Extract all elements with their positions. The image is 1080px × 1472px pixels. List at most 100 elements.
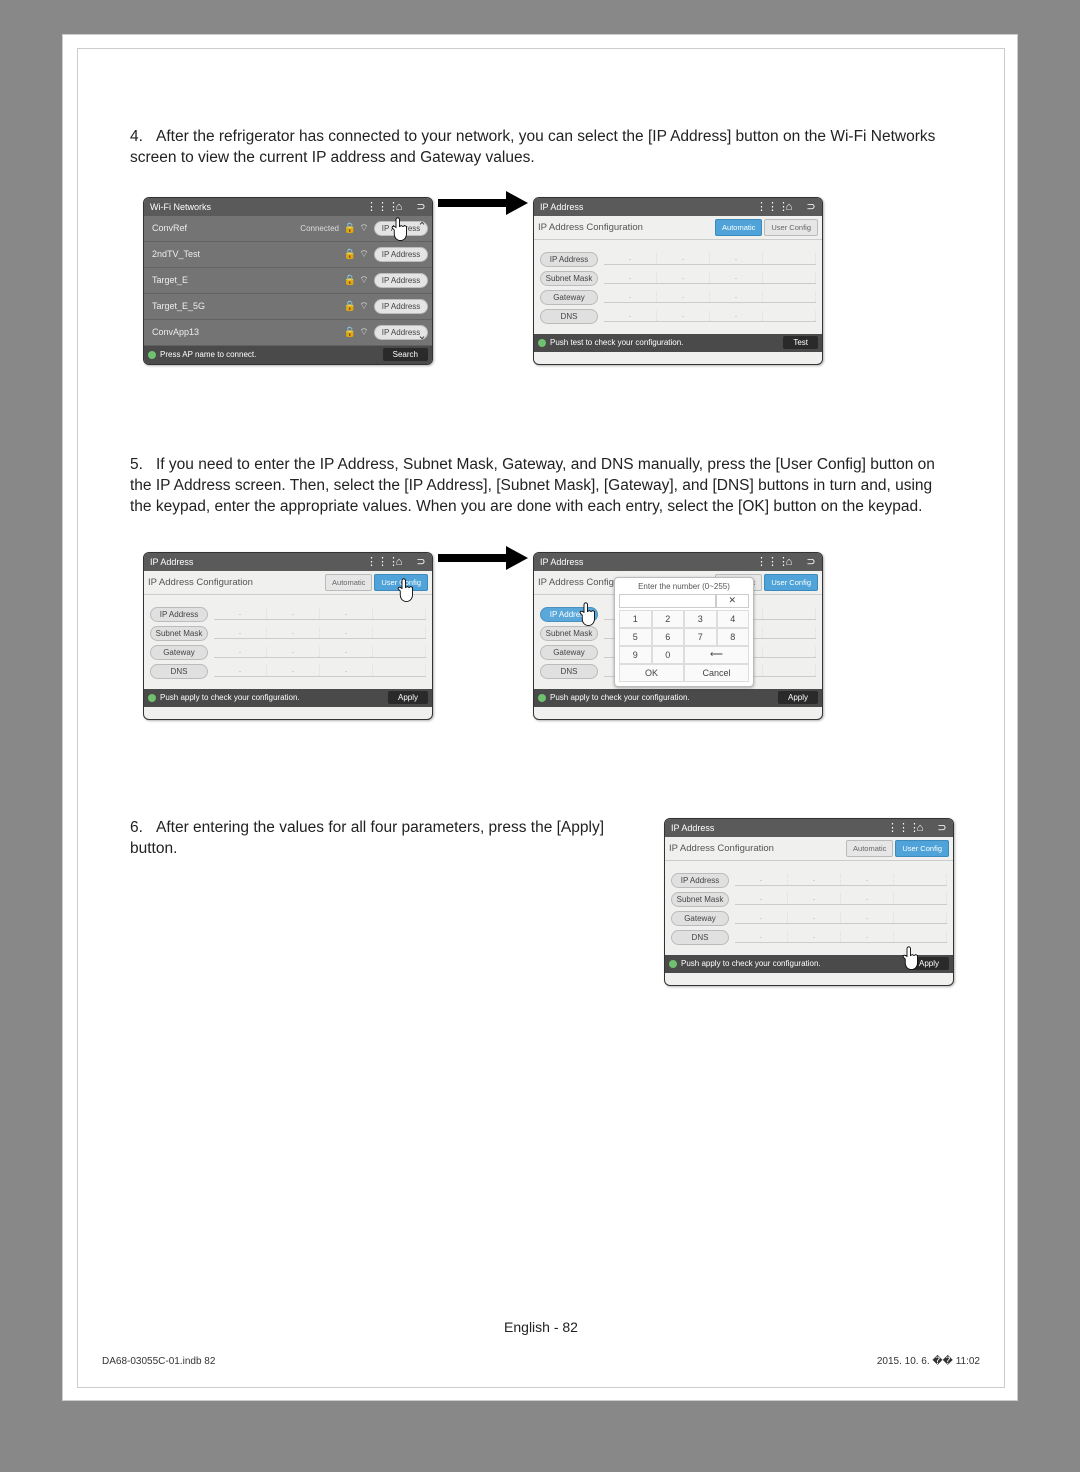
config-input[interactable]: ... — [604, 253, 816, 265]
keypad-key-1[interactable]: 1 — [619, 610, 652, 628]
tab-automatic-4[interactable]: Automatic — [846, 840, 893, 857]
home-icon[interactable]: ⌂ — [388, 556, 410, 568]
keypad-key-0[interactable]: 0 — [652, 646, 685, 664]
config-input[interactable]: ... — [604, 310, 816, 322]
menu-icon[interactable]: ⋮⋮⋮ — [366, 200, 388, 213]
ip-title-3: IP Address — [534, 557, 756, 567]
ip-topbar-2: IP Address ⋮⋮⋮ ⌂ ⊃ — [144, 553, 432, 571]
status-dot-icon — [538, 339, 546, 347]
wifi-name: ConvRef — [148, 223, 300, 233]
keypad-grid: 1234 5678 90⟵OKCancel — [619, 610, 749, 682]
ip-subhead-4: IP Address Configuration Automatic User … — [665, 837, 953, 861]
config-label-button[interactable]: DNS — [150, 664, 208, 679]
config-label-button[interactable]: Gateway — [540, 290, 598, 305]
ip-subhead-label-4: IP Address Configuration — [669, 843, 844, 854]
search-button[interactable]: Search — [383, 348, 428, 361]
config-label-button[interactable]: DNS — [540, 664, 598, 679]
keypad-key-4[interactable]: 4 — [717, 610, 750, 628]
cursor-hand-icon — [899, 945, 929, 973]
config-input[interactable]: ... — [214, 665, 426, 677]
ip-config-body-2: IP Address...Subnet Mask...Gateway...DNS… — [144, 595, 432, 689]
config-input[interactable]: ... — [735, 912, 947, 924]
config-label-button[interactable]: Subnet Mask — [150, 626, 208, 641]
keypad-key-2[interactable]: 2 — [652, 610, 685, 628]
keypad-key-8[interactable]: 8 — [717, 628, 750, 646]
config-label-button[interactable]: IP Address — [540, 252, 598, 267]
ip-subhead-label-2: IP Address Configuration — [148, 577, 323, 588]
config-input[interactable]: ... — [604, 272, 816, 284]
back-icon[interactable]: ⊃ — [410, 200, 432, 213]
status-dot-icon — [148, 694, 156, 702]
page-inner: 4.After the refrigerator has connected t… — [77, 48, 1005, 1388]
keypad-title: Enter the number (0~255) — [619, 582, 749, 591]
wifi-name: ConvApp13 — [148, 327, 343, 337]
wifi-row-3[interactable]: Target_E_5G🔒⌔IP Address — [144, 294, 432, 320]
wifi-row-2[interactable]: Target_E🔒⌔IP Address — [144, 268, 432, 294]
tab-userconfig-3[interactable]: User Config — [764, 574, 818, 591]
keypad-clear[interactable]: ✕ — [716, 594, 750, 608]
config-label-button[interactable]: DNS — [671, 930, 729, 945]
config-label-button[interactable]: Subnet Mask — [671, 892, 729, 907]
home-icon[interactable]: ⌂ — [778, 201, 800, 213]
config-input[interactable]: ... — [214, 627, 426, 639]
step5-text: If you need to enter the IP Address, Sub… — [130, 456, 935, 515]
config-input[interactable]: ... — [214, 646, 426, 658]
keypad-key-5[interactable]: 5 — [619, 628, 652, 646]
back-icon[interactable]: ⊃ — [800, 555, 822, 568]
keypad-key-7[interactable]: 7 — [684, 628, 717, 646]
config-input[interactable]: ... — [604, 291, 816, 303]
config-row-subnet-mask: Subnet Mask... — [150, 626, 426, 641]
tab-userconfig-1[interactable]: User Config — [764, 219, 818, 236]
keypad-key-9[interactable]: 9 — [619, 646, 652, 664]
arrow-2 — [433, 552, 533, 564]
apply-button[interactable]: Apply — [388, 691, 428, 704]
wifi-row-1[interactable]: 2ndTV_Test🔒⌔IP Address — [144, 242, 432, 268]
menu-icon[interactable]: ⋮⋮⋮ — [887, 821, 909, 834]
tab-userconfig-4[interactable]: User Config — [895, 840, 949, 857]
tab-automatic-1[interactable]: Automatic — [715, 219, 762, 236]
apply-button[interactable]: Apply — [778, 691, 818, 704]
config-label-button[interactable]: Subnet Mask — [540, 271, 598, 286]
keypad-cancel-button[interactable]: Cancel — [684, 664, 749, 682]
menu-icon[interactable]: ⋮⋮⋮ — [366, 555, 388, 568]
config-label-button[interactable]: Gateway — [150, 645, 208, 660]
config-input[interactable]: ... — [735, 874, 947, 886]
scroll-up-icon[interactable]: ⌃ — [417, 220, 426, 233]
config-label-button[interactable]: IP Address — [671, 873, 729, 888]
home-icon[interactable]: ⌂ — [909, 822, 931, 834]
test-button[interactable]: Test — [783, 336, 818, 349]
step6-row: 6.After entering the values for all four… — [130, 818, 954, 986]
step4-paragraph: 4.After the refrigerator has connected t… — [130, 127, 954, 169]
config-label-button[interactable]: Gateway — [540, 645, 598, 660]
config-label-button[interactable]: IP Address — [150, 607, 208, 622]
ip-topbar-1: IP Address ⋮⋮⋮ ⌂ ⊃ — [534, 198, 822, 216]
menu-icon[interactable]: ⋮⋮⋮ — [756, 555, 778, 568]
config-input[interactable]: ... — [214, 608, 426, 620]
home-icon[interactable]: ⌂ — [778, 556, 800, 568]
keypad-backspace[interactable]: ⟵ — [684, 646, 749, 664]
config-row-subnet-mask: Subnet Mask... — [671, 892, 947, 907]
ip-footbar-2: Push apply to check your configuration. … — [144, 689, 432, 707]
back-icon[interactable]: ⊃ — [931, 821, 953, 834]
wifi-name: 2ndTV_Test — [148, 249, 343, 259]
back-icon[interactable]: ⊃ — [800, 200, 822, 213]
tab-automatic-2[interactable]: Automatic — [325, 574, 372, 591]
wifi-row-4[interactable]: ConvApp13🔒⌔IP Address — [144, 320, 432, 346]
config-input[interactable]: ... — [735, 893, 947, 905]
home-icon[interactable]: ⌂ — [388, 201, 410, 213]
wifi-signal-icon: ⌔ — [357, 248, 371, 261]
back-icon[interactable]: ⊃ — [410, 555, 432, 568]
config-label-button[interactable]: Gateway — [671, 911, 729, 926]
config-input[interactable]: ... — [735, 931, 947, 943]
scroll-down-icon[interactable]: ⌄ — [417, 329, 426, 342]
ip-config-body-4: IP Address...Subnet Mask...Gateway...DNS… — [665, 861, 953, 955]
config-label-button[interactable]: DNS — [540, 309, 598, 324]
ip-title-1: IP Address — [534, 202, 756, 212]
keypad-key-6[interactable]: 6 — [652, 628, 685, 646]
wifi-title: Wi-Fi Networks — [144, 202, 366, 212]
ip-auto-screen: IP Address ⋮⋮⋮ ⌂ ⊃ IP Address Configurat… — [533, 197, 823, 365]
keypad-ok-button[interactable]: OK — [619, 664, 684, 682]
menu-icon[interactable]: ⋮⋮⋮ — [756, 200, 778, 213]
step5-screens-row: IP Address ⋮⋮⋮ ⌂ ⊃ IP Address Configurat… — [143, 552, 954, 720]
keypad-key-3[interactable]: 3 — [684, 610, 717, 628]
